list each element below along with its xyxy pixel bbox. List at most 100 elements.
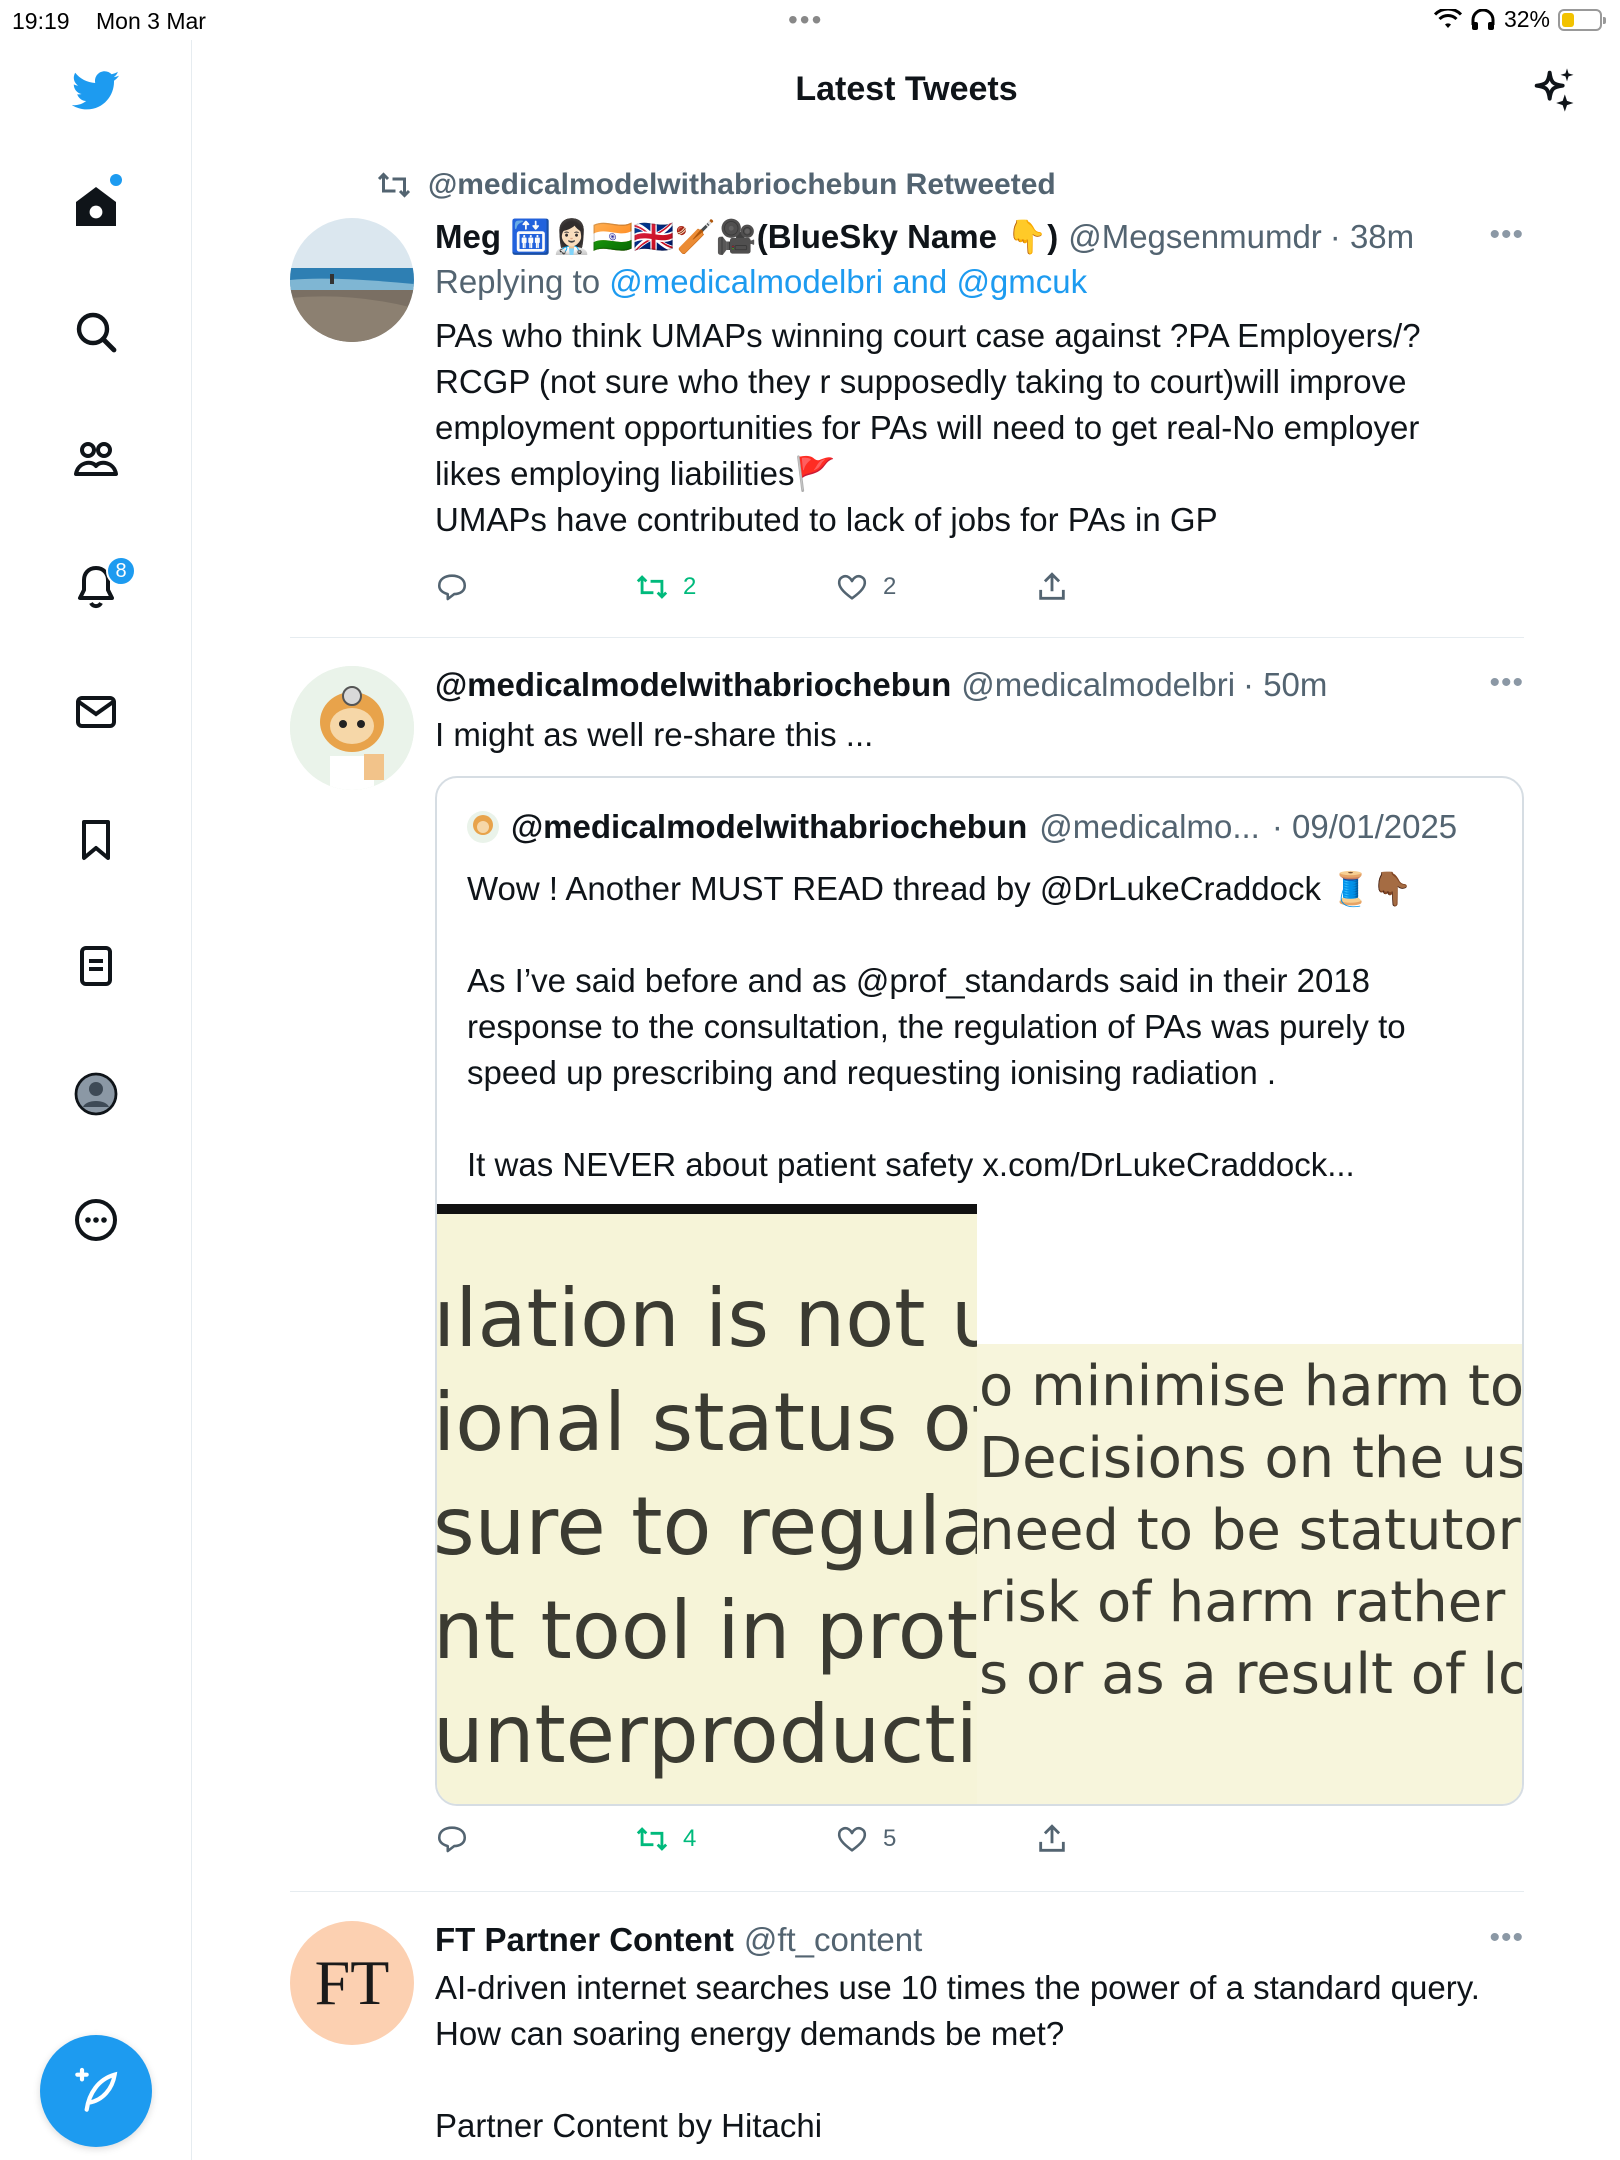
more-icon	[75, 1199, 117, 1241]
home-unread-dot	[110, 174, 122, 186]
nav-profile[interactable]	[56, 1054, 136, 1134]
retweet-icon	[636, 1827, 668, 1851]
like-button[interactable]: 5	[835, 1822, 1035, 1856]
retweeted-by-text: @medicalmodelwithabriochebun Retweeted	[428, 168, 1056, 201]
twitter-bird-icon	[72, 71, 120, 110]
author-name[interactable]: @medicalmodelwithabriochebun	[435, 666, 951, 704]
quote-avatar	[467, 811, 499, 843]
author-name[interactable]: Meg 🛗👩🏻‍⚕️🇮🇳🇬🇧🏏🎥(BlueSky Name 👇)	[435, 218, 1058, 257]
retweet-button[interactable]: 4	[635, 1822, 835, 1856]
tweet-content: FT Partner Content @ft_content ••• AI-dr…	[435, 1921, 1524, 2149]
tweet-actions: 4 5	[435, 1822, 1235, 1856]
author-name[interactable]: FT Partner Content	[435, 1921, 734, 1959]
ft-logo: FT	[314, 1947, 390, 2018]
quoted-tweet[interactable]: @medicalmodelwithabriochebun @medicalmo.…	[435, 776, 1524, 1806]
tweet-divider	[290, 637, 1524, 638]
like-count: 2	[883, 573, 897, 600]
quote-image-left[interactable]: ılation is not u ional status of sure to…	[437, 1204, 977, 1804]
retweet-count: 4	[683, 1825, 697, 1852]
share-icon	[1039, 1824, 1065, 1852]
tweet[interactable]: Meg 🛗👩🏻‍⚕️🇮🇳🇬🇧🏏🎥(BlueSky Name 👇) @Megsen…	[290, 218, 1524, 618]
share-button[interactable]	[1035, 1822, 1235, 1856]
reply-icon	[437, 1826, 467, 1853]
avatar[interactable]	[290, 666, 414, 790]
reply-icon	[437, 574, 467, 601]
scan-line: s or as a result of lo	[979, 1642, 1522, 1707]
reply-button[interactable]	[435, 570, 635, 604]
reply-button[interactable]	[435, 1822, 635, 1856]
nav-search[interactable]	[56, 292, 136, 372]
page-title: Latest Tweets	[795, 70, 1018, 108]
messages-icon	[76, 696, 116, 728]
scan-line: unterproductiv	[437, 1688, 977, 1781]
profile-icon	[74, 1072, 118, 1116]
cartoon-doctor-mini-avatar	[467, 811, 499, 843]
nav-notifications[interactable]: 8	[56, 546, 136, 626]
tweet[interactable]: @medicalmodelwithabriochebun @medicalmod…	[290, 666, 1524, 1866]
communities-icon	[74, 442, 118, 476]
tweet-time: · 38m	[1329, 218, 1415, 255]
nav-messages[interactable]	[56, 672, 136, 752]
quote-image-right[interactable]: o minimise harm to Decisions on the use …	[977, 1204, 1522, 1804]
tweet-actions: 2 2	[435, 570, 1235, 604]
nav-communities[interactable]	[56, 420, 136, 500]
battery-icon	[1558, 8, 1606, 31]
scan-line: Decisions on the use	[979, 1426, 1522, 1491]
retweeted-by-line[interactable]: @medicalmodelwithabriochebun Retweeted	[376, 168, 1056, 202]
retweet-small-icon	[377, 172, 411, 198]
compose-feather-icon	[75, 2067, 118, 2112]
scan-line: o minimise harm to	[979, 1354, 1522, 1419]
nav-home[interactable]	[56, 166, 136, 246]
scan-line: risk of harm rather t	[979, 1570, 1522, 1635]
retweet-button[interactable]: 2	[635, 570, 835, 604]
tweet-divider	[290, 1891, 1524, 1892]
tweet-author-line: @medicalmodelwithabriochebun @medicalmod…	[435, 666, 1524, 704]
tweet-text: PAs who think UMAPs winning court case a…	[435, 317, 1421, 538]
replying-to-and: and	[883, 263, 957, 300]
more-options-icon[interactable]: •••	[1489, 1921, 1524, 1955]
sparkle-icon[interactable]	[1528, 64, 1580, 116]
battery-percent: 32%	[1503, 6, 1550, 32]
nav-lists[interactable]	[56, 926, 136, 1006]
scan-line: ional status of	[437, 1376, 977, 1469]
bookmarks-icon	[82, 820, 110, 860]
heart-icon	[837, 574, 867, 600]
more-options-icon[interactable]: •••	[1489, 218, 1524, 252]
quote-author-name[interactable]: @medicalmodelwithabriochebun	[511, 808, 1027, 846]
replying-to: Replying to @medicalmodelbri and @gmcuk	[435, 263, 1524, 301]
quote-date: · 09/01/2025	[1271, 808, 1458, 845]
quote-author-handle[interactable]: @medicalmo...	[1039, 808, 1260, 846]
quote-author-line: @medicalmodelwithabriochebun @medicalmo.…	[467, 808, 1457, 846]
nav-bookmarks[interactable]	[56, 800, 136, 880]
status-time: 19:19	[12, 8, 70, 34]
replying-to-link-2[interactable]: @gmcuk	[956, 263, 1087, 300]
sidebar: 8	[0, 40, 192, 2160]
beach-photo-avatar	[290, 218, 414, 342]
like-count: 5	[883, 1825, 897, 1852]
tweet[interactable]: FT FT Partner Content @ft_content ••• AI…	[290, 1921, 1524, 2160]
share-icon	[1039, 572, 1065, 600]
author-handle[interactable]: @Megsenmumdr	[1068, 218, 1322, 256]
nav-more[interactable]	[56, 1180, 136, 1260]
tweet-text: AI-driven internet searches use 10 times…	[435, 1969, 1480, 2144]
avatar[interactable]: FT	[290, 1921, 414, 2045]
multitasking-dots-icon[interactable]: •••	[788, 4, 823, 36]
avatar[interactable]	[290, 218, 414, 342]
author-handle[interactable]: @ft_content	[744, 1921, 922, 1959]
quote-text: Wow ! Another MUST READ thread by @DrLuk…	[467, 870, 1413, 1183]
quote-images[interactable]: ılation is not u ional status of sure to…	[437, 1204, 1522, 1804]
twitter-logo[interactable]	[56, 50, 136, 130]
more-options-icon[interactable]: •••	[1489, 666, 1524, 700]
compose-tweet-button[interactable]	[40, 2035, 152, 2147]
tweet-content: Meg 🛗👩🏻‍⚕️🇮🇳🇬🇧🏏🎥(BlueSky Name 👇) @Megsen…	[435, 218, 1524, 543]
heart-icon	[837, 1826, 867, 1852]
notifications-badge: 8	[106, 556, 136, 586]
home-icon	[76, 187, 116, 226]
like-button[interactable]: 2	[835, 570, 1035, 604]
author-handle[interactable]: @medicalmodelbri	[961, 666, 1235, 704]
retweet-count: 2	[683, 573, 697, 600]
lists-icon	[80, 946, 112, 986]
tweet-author-line: FT Partner Content @ft_content	[435, 1921, 1524, 1959]
replying-to-link-1[interactable]: @medicalmodelbri	[609, 263, 883, 300]
share-button[interactable]	[1035, 570, 1235, 604]
